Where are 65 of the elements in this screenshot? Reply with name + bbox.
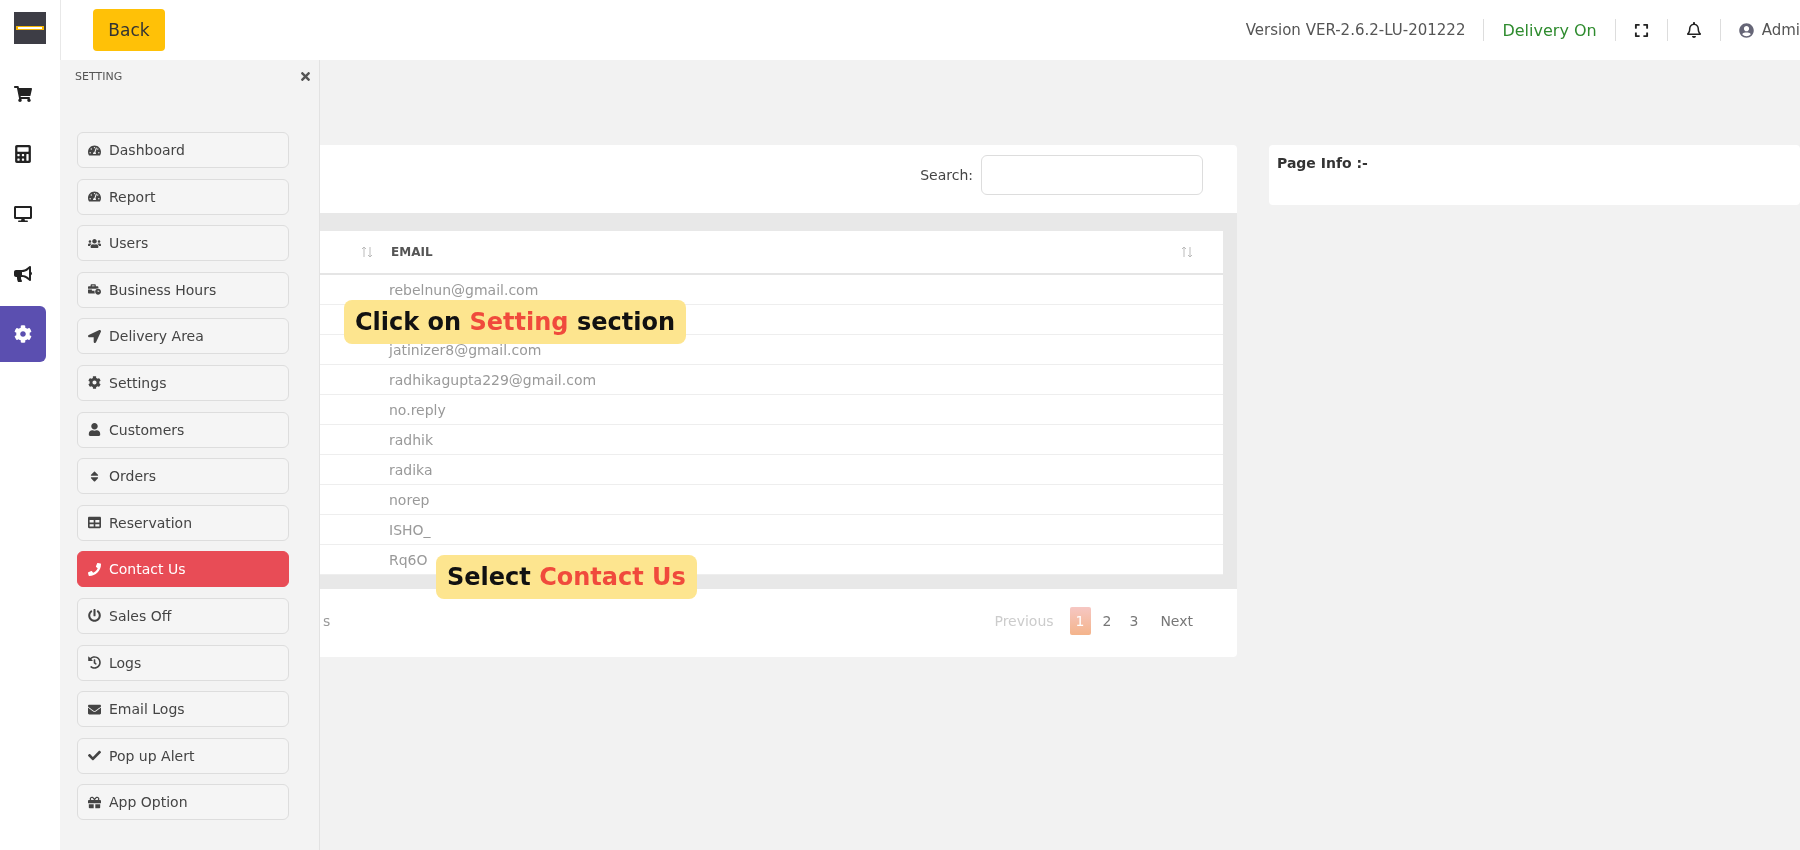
phone-icon <box>88 562 101 576</box>
email-cell: ISHO_ <box>389 521 431 538</box>
menu-item[interactable]: Dashboard <box>77 132 289 168</box>
table-icon <box>88 516 101 530</box>
arrow-icon <box>88 329 101 343</box>
megaphone-icon <box>14 265 32 283</box>
next-button[interactable]: Next <box>1150 607 1203 635</box>
fullscreen-icon[interactable] <box>1633 22 1649 38</box>
user-name[interactable]: Admi <box>1761 21 1800 39</box>
menu-item[interactable]: Reservation <box>77 504 289 541</box>
instruction-callout: Click on Setting section <box>344 300 686 344</box>
search-label: Search: <box>920 167 973 183</box>
delivery-status[interactable]: Delivery On <box>1502 20 1597 40</box>
gear-icon <box>88 376 101 390</box>
email-cell: norep <box>389 491 430 508</box>
email-cell: Rq6O <box>389 551 428 568</box>
logo-icon <box>14 12 46 44</box>
menu-item[interactable]: App Option <box>77 784 289 821</box>
monitor-icon <box>14 205 32 223</box>
close-icon[interactable] <box>299 69 312 83</box>
rail-gear-button[interactable] <box>0 306 46 362</box>
gauge-icon <box>88 190 101 204</box>
page-button[interactable]: 2 <box>1096 607 1118 635</box>
sort-icon <box>88 469 101 483</box>
menu-item[interactable]: Logs <box>77 644 289 681</box>
menu-item[interactable]: Delivery Area <box>77 318 289 355</box>
cart-icon <box>14 85 32 103</box>
bell-icon[interactable] <box>1685 22 1702 38</box>
menu-item[interactable]: Pop up Alert <box>77 737 289 774</box>
calculator-icon <box>14 145 32 163</box>
menu-item[interactable]: Email Logs <box>77 691 289 728</box>
history-icon <box>88 656 101 670</box>
email-cell: rebelnun@gmail.com <box>389 281 539 298</box>
column-header[interactable]: EMAIL <box>391 245 1181 259</box>
gift-icon <box>88 795 101 809</box>
menu-item[interactable]: Users <box>77 225 289 262</box>
back-button[interactable]: Back <box>93 9 165 51</box>
menu-item[interactable]: Customers <box>77 411 289 448</box>
search-field[interactable] <box>981 155 1203 195</box>
user-icon <box>88 423 101 437</box>
menu-item[interactable]: Orders <box>77 458 289 495</box>
gear-icon <box>14 325 32 343</box>
check-icon <box>88 749 101 763</box>
envelope-icon <box>88 702 101 716</box>
email-cell: radhik <box>389 431 434 448</box>
menu-item[interactable]: Business Hours <box>77 271 289 308</box>
briefcase-clock-icon <box>88 283 101 297</box>
menu-item[interactable]: Sales Off <box>77 597 289 634</box>
email-cell: radika <box>389 461 433 478</box>
menu-item[interactable]: Report <box>77 178 289 215</box>
gauge-icon <box>88 143 101 157</box>
instruction-callout: Select Contact Us <box>436 555 697 599</box>
power-icon <box>88 609 101 623</box>
email-cell: jatinizer8@gmail.com <box>389 341 542 358</box>
users-icon <box>88 236 101 250</box>
drawer-title: SETTING <box>75 69 123 83</box>
page-button[interactable]: 3 <box>1123 607 1145 635</box>
avatar-icon[interactable] <box>1738 22 1754 38</box>
email-cell: radhikagupta229@gmail.com <box>389 371 597 388</box>
table-info: s <box>323 613 331 629</box>
email-cell: no.reply <box>389 401 446 418</box>
menu-item[interactable]: Settings <box>77 364 289 401</box>
page-info-title: Page Info :- <box>1277 155 1368 171</box>
version-text: Version VER-2.6.2-LU-201222 <box>1245 21 1466 39</box>
menu-item[interactable]: Contact Us <box>77 551 289 588</box>
